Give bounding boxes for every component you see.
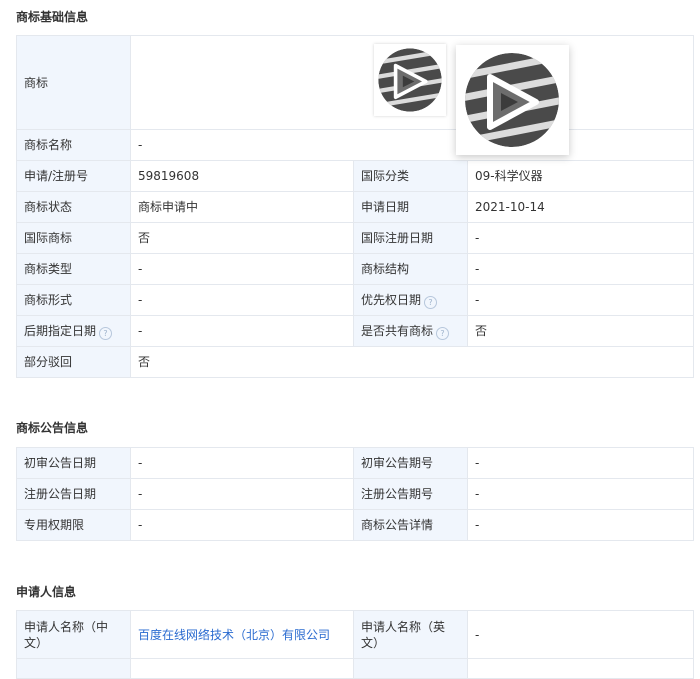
intl-reg-date-value: - (467, 222, 694, 254)
section-title-notice: 商标公告信息 (16, 421, 89, 435)
table-row: 部分驳回 否 (16, 346, 694, 378)
intl-class-value: 09-科学仪器 (467, 160, 694, 192)
trademark-structure-value: - (467, 253, 694, 285)
table-row: 商标 (16, 35, 694, 130)
table-row: 商标类型 - 商标结构 - (16, 253, 694, 285)
trademark-preview (456, 45, 569, 155)
prelim-notice-date-label: 初审公告日期 (16, 447, 131, 479)
basic-info-table: 商标 商标名称 - 申请/注册号 59819608 国际分类 09-科学仪器 商… (16, 35, 694, 378)
table-cell (16, 658, 131, 679)
table-row: 申请/注册号 59819608 国际分类 09-科学仪器 (16, 160, 694, 192)
prelim-notice-date-value: - (130, 447, 354, 479)
applicant-info-table: 申请人名称（中文） 百度在线网络技术（北京）有限公司 申请人名称（英文） - (16, 610, 694, 679)
prelim-notice-issue-label: 初审公告期号 (353, 447, 468, 479)
trademark-type-label: 商标类型 (16, 253, 131, 285)
section-title-applicant: 申请人信息 (16, 585, 77, 599)
reg-number-label: 申请/注册号 (16, 160, 131, 192)
apply-date-value: 2021-10-14 (467, 191, 694, 223)
applicant-name-cn-link[interactable]: 百度在线网络技术（北京）有限公司 (138, 628, 330, 642)
reg-notice-issue-label: 注册公告期号 (353, 478, 468, 510)
table-cell (130, 658, 354, 679)
later-designation-label-cell: 后期指定日期? (16, 315, 131, 347)
help-icon[interactable]: ? (436, 326, 450, 340)
table-cell (353, 658, 468, 679)
later-designation-label: 后期指定日期 (24, 323, 97, 338)
intl-trademark-label: 国际商标 (16, 222, 131, 254)
exclusive-right-term-label: 专用权期限 (16, 509, 131, 541)
applicant-name-cn-cell: 百度在线网络技术（北京）有限公司 (130, 610, 354, 659)
reg-notice-issue-value: - (467, 478, 694, 510)
notice-info-table: 初审公告日期 - 初审公告期号 - 注册公告日期 - 注册公告期号 - 专用权期… (16, 447, 694, 541)
partial-rejection-value: 否 (130, 346, 694, 378)
priority-date-value: - (467, 284, 694, 316)
trademark-form-label: 商标形式 (16, 284, 131, 316)
shared-trademark-label-cell: 是否共有商标? (353, 315, 468, 347)
exclusive-right-term-value: - (130, 509, 354, 541)
trademark-logo-icon (378, 48, 442, 112)
notice-details-label: 商标公告详情 (353, 509, 468, 541)
trademark-name-label: 商标名称 (16, 129, 131, 161)
trademark-structure-label: 商标结构 (353, 253, 468, 285)
intl-trademark-value: 否 (130, 222, 354, 254)
intl-class-label: 国际分类 (353, 160, 468, 192)
reg-notice-date-label: 注册公告日期 (16, 478, 131, 510)
trademark-logo-icon (465, 53, 559, 147)
status-label: 商标状态 (16, 191, 131, 223)
partial-rejection-label: 部分驳回 (16, 346, 131, 378)
trademark-form-value: - (130, 284, 354, 316)
table-cell (467, 658, 694, 679)
reg-notice-date-value: - (130, 478, 354, 510)
priority-date-label: 优先权日期 (361, 292, 422, 307)
table-row: 国际商标 否 国际注册日期 - (16, 222, 694, 254)
help-icon[interactable]: ? (99, 326, 113, 340)
notice-details-value: - (467, 509, 694, 541)
table-row: 商标形式 - 优先权日期? - (16, 284, 694, 316)
table-row (16, 658, 694, 679)
table-row: 商标名称 - (16, 129, 694, 161)
trademark-name-value: - (130, 129, 694, 161)
table-row: 商标状态 商标申请中 申请日期 2021-10-14 (16, 191, 694, 223)
table-row: 专用权期限 - 商标公告详情 - (16, 509, 694, 541)
shared-trademark-value: 否 (467, 315, 694, 347)
table-row: 注册公告日期 - 注册公告期号 - (16, 478, 694, 510)
shared-trademark-label: 是否共有商标 (361, 323, 434, 338)
trademark-label: 商标 (16, 35, 131, 130)
trademark-thumbnail[interactable] (374, 44, 446, 116)
status-value: 商标申请中 (130, 191, 354, 223)
section-title-basic: 商标基础信息 (16, 10, 89, 24)
trademark-type-value: - (130, 253, 354, 285)
applicant-name-cn-label: 申请人名称（中文） (16, 610, 131, 659)
apply-date-label: 申请日期 (353, 191, 468, 223)
table-row: 后期指定日期? - 是否共有商标? 否 (16, 315, 694, 347)
prelim-notice-issue-value: - (467, 447, 694, 479)
priority-date-label-cell: 优先权日期? (353, 284, 468, 316)
help-icon[interactable]: ? (424, 295, 438, 309)
later-designation-value: - (130, 315, 354, 347)
reg-number-value: 59819608 (130, 160, 354, 192)
table-row: 申请人名称（中文） 百度在线网络技术（北京）有限公司 申请人名称（英文） - (16, 610, 694, 659)
intl-reg-date-label: 国际注册日期 (353, 222, 468, 254)
applicant-name-en-label: 申请人名称（英文） (353, 610, 468, 659)
table-row: 初审公告日期 - 初审公告期号 - (16, 447, 694, 479)
applicant-name-en-value: - (467, 610, 694, 659)
